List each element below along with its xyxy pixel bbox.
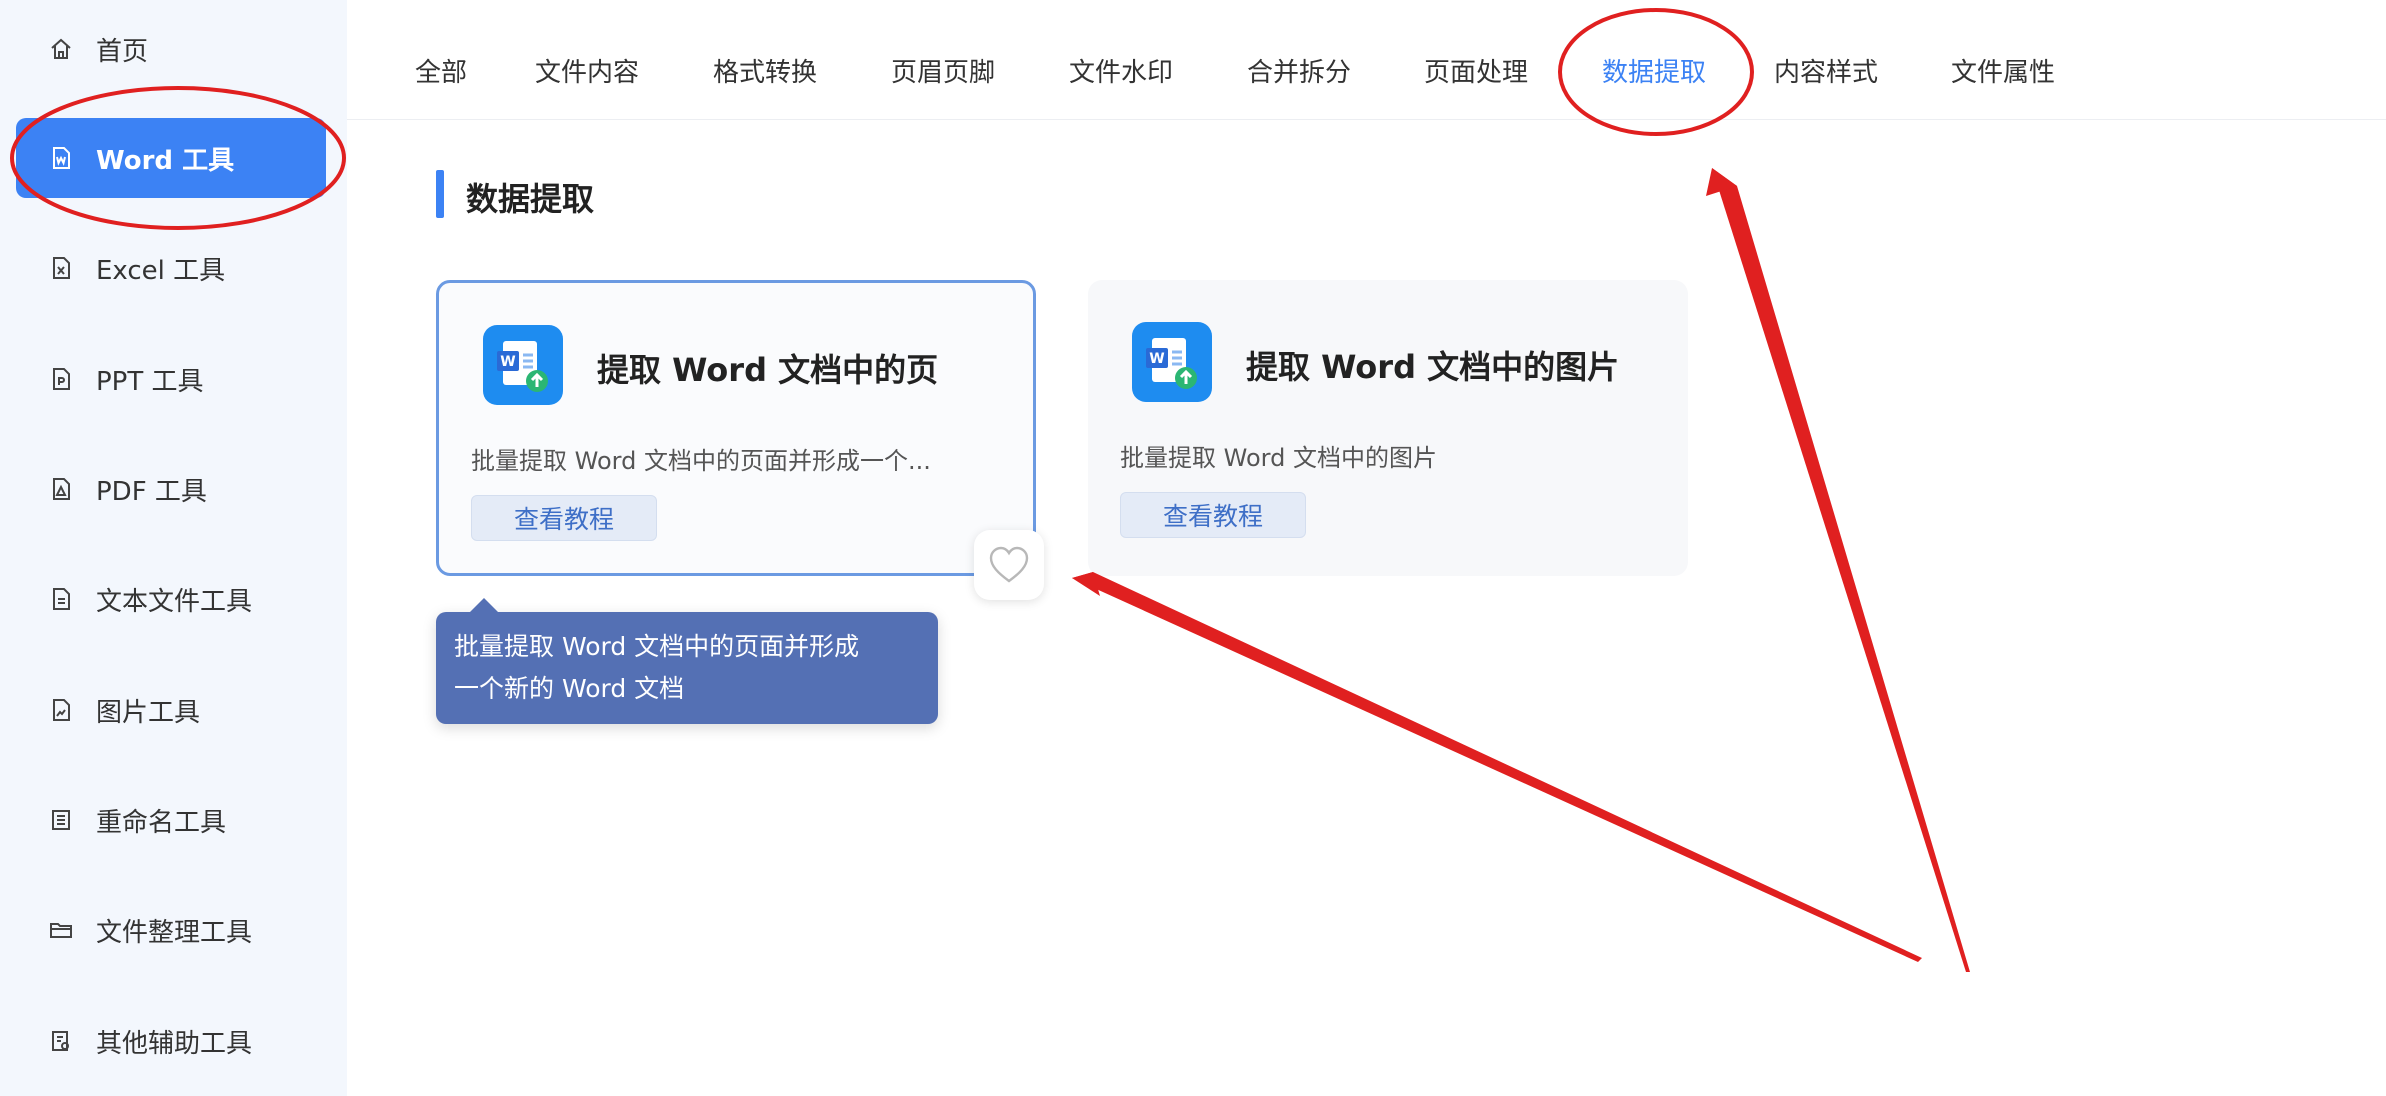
sidebar-item-label: 文本文件工具 — [96, 586, 253, 617]
sidebar-item-rename[interactable]: 重命名工具 — [16, 780, 326, 860]
sidebar-item-label: Excel 工具 — [96, 255, 226, 286]
section-accent-bar — [436, 170, 444, 218]
sidebar-item-label: Word 工具 — [96, 145, 235, 176]
tooltip: 批量提取 Word 文档中的页面并形成 一个新的 Word 文档 — [436, 598, 938, 724]
tooltip-line: 一个新的 Word 文档 — [454, 674, 685, 703]
tab-all[interactable]: 全部 — [415, 52, 467, 89]
view-tutorial-button[interactable]: 查看教程 — [1120, 492, 1306, 538]
sidebar-item-label: PDF 工具 — [96, 476, 207, 507]
tab-file-content[interactable]: 文件内容 — [535, 52, 639, 89]
card-description: 批量提取 Word 文档中的图片 — [1120, 444, 1437, 472]
sidebar-item-ppt[interactable]: PPT 工具 — [16, 339, 326, 419]
home-icon — [48, 36, 74, 62]
sidebar-item-other-tools[interactable]: 其他辅助工具 — [16, 1001, 326, 1081]
tab-data-extraction[interactable]: 数据提取 — [1602, 52, 1706, 89]
text-file-icon — [48, 586, 74, 612]
sidebar-item-label: 首页 — [96, 36, 149, 67]
sidebar-item-text-file[interactable]: 文本文件工具 — [16, 559, 326, 639]
sidebar-item-label: PPT 工具 — [96, 366, 204, 397]
tooltip-line: 批量提取 Word 文档中的页面并形成 — [454, 632, 860, 661]
tab-format-convert[interactable]: 格式转换 — [713, 52, 817, 89]
tab-file-properties[interactable]: 文件属性 — [1951, 52, 2055, 89]
tab-header-footer[interactable]: 页眉页脚 — [891, 52, 995, 89]
heart-icon — [989, 546, 1029, 583]
pdf-file-icon — [48, 476, 74, 502]
sidebar-item-file-organize[interactable]: 文件整理工具 — [16, 890, 326, 970]
category-tabs: 全部 文件内容 格式转换 页眉页脚 文件水印 合并拆分 页面处理 数据提取 内容… — [347, 0, 2386, 120]
sidebar-item-label: 重命名工具 — [96, 807, 227, 838]
annotation-arrow-to-heart — [1072, 572, 1922, 962]
word-app-icon: W — [483, 325, 563, 405]
tab-page-processing[interactable]: 页面处理 — [1424, 52, 1528, 89]
tooltip-arrow — [470, 598, 498, 612]
sidebar-item-label: 文件整理工具 — [96, 917, 253, 948]
image-file-icon — [48, 697, 74, 723]
excel-file-icon — [48, 255, 74, 281]
card-title: 提取 Word 文档中的页 — [597, 351, 939, 389]
card-description: 批量提取 Word 文档中的页面并形成一个... — [471, 447, 931, 475]
tool-card-extract-images[interactable]: W 提取 Word 文档中的图片 批量提取 Word 文档中的图片 查看教程 — [1088, 280, 1688, 576]
sidebar-item-pdf[interactable]: PDF 工具 — [16, 449, 326, 529]
folder-icon — [48, 917, 74, 943]
sidebar-item-word[interactable]: Word 工具 — [16, 118, 326, 198]
annotation-arrowhead — [1706, 168, 1737, 196]
annotation-arrow-to-tab — [1712, 168, 1970, 972]
tool-card-extract-pages[interactable]: W 提取 Word 文档中的页 批量提取 Word 文档中的页面并形成一个...… — [436, 280, 1036, 576]
view-tutorial-button[interactable]: 查看教程 — [471, 495, 657, 541]
sidebar-item-label: 其他辅助工具 — [96, 1028, 253, 1059]
card-title: 提取 Word 文档中的图片 — [1246, 348, 1620, 386]
tools-icon — [48, 1028, 74, 1054]
sidebar-item-excel[interactable]: Excel 工具 — [16, 228, 326, 308]
tab-content-style[interactable]: 内容样式 — [1774, 52, 1878, 89]
ppt-file-icon — [48, 366, 74, 392]
sidebar-item-label: 图片工具 — [96, 697, 201, 728]
section-title: 数据提取 — [466, 180, 595, 218]
svg-text:W: W — [1149, 351, 1164, 367]
svg-text:W: W — [500, 354, 515, 370]
sidebar-item-home[interactable]: 首页 — [16, 9, 326, 89]
tab-merge-split[interactable]: 合并拆分 — [1247, 52, 1351, 89]
favorite-button[interactable] — [974, 530, 1044, 600]
rename-icon — [48, 807, 74, 833]
tab-watermark[interactable]: 文件水印 — [1069, 52, 1173, 89]
sidebar: 首页 Word 工具 Excel 工具 PPT 工具 PDF 工具 文本文件工具 — [0, 0, 347, 1096]
word-app-icon: W — [1132, 322, 1212, 402]
annotation-arrowhead — [1072, 572, 1100, 596]
sidebar-item-image[interactable]: 图片工具 — [16, 670, 326, 750]
word-file-icon — [48, 145, 74, 171]
